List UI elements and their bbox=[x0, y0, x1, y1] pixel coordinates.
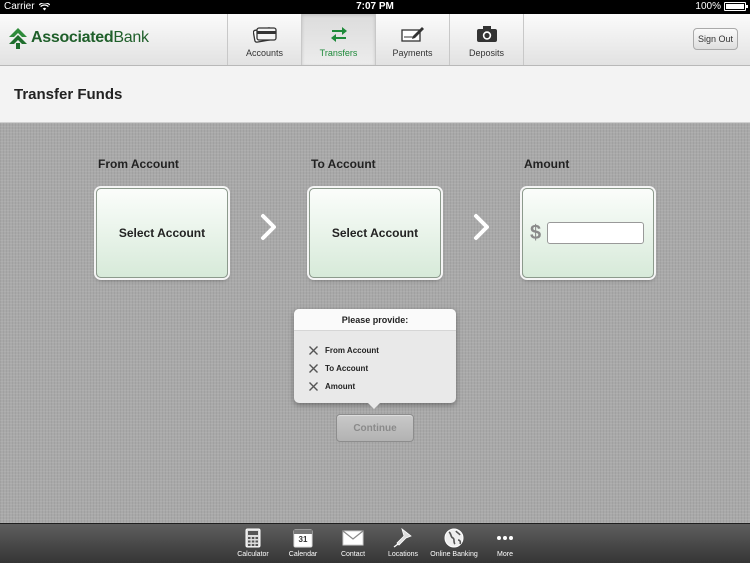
toolbar-items: Calculator 31 Calendar Contact Locations… bbox=[228, 527, 530, 558]
toolbar-more[interactable]: More bbox=[480, 527, 530, 558]
toolbar-calendar[interactable]: 31 Calendar bbox=[278, 527, 328, 558]
map-pin-icon bbox=[392, 527, 414, 549]
battery-percent: 100% bbox=[695, 1, 721, 12]
popover-pointer bbox=[368, 403, 380, 409]
amount-label: Amount bbox=[524, 157, 570, 171]
chevron-right-icon bbox=[474, 214, 489, 240]
tab-deposits[interactable]: Deposits bbox=[450, 14, 524, 65]
clock: 7:07 PM bbox=[356, 1, 394, 12]
transfer-form: From Account To Account Amount Select Ac… bbox=[0, 123, 750, 523]
amount-input[interactable] bbox=[547, 222, 645, 244]
calculator-icon bbox=[242, 527, 264, 549]
page-title: Transfer Funds bbox=[14, 86, 123, 103]
bank-logo-icon bbox=[9, 28, 27, 49]
sign-out-button[interactable]: Sign Out bbox=[693, 28, 738, 50]
toolbar-online-banking-label: Online Banking bbox=[430, 551, 478, 558]
chevron-right-icon bbox=[261, 214, 276, 240]
tab-transfers[interactable]: Transfers bbox=[302, 14, 376, 65]
page-header: Transfer Funds bbox=[0, 66, 750, 123]
validation-heading: Please provide: bbox=[294, 309, 456, 331]
toolbar-contact[interactable]: Contact bbox=[328, 527, 378, 558]
from-account-select-button[interactable]: Select Account bbox=[96, 188, 228, 278]
from-account-select-label: Select Account bbox=[118, 226, 206, 240]
tab-payments-label: Payments bbox=[392, 48, 433, 58]
more-dots-icon bbox=[494, 527, 516, 549]
close-icon bbox=[309, 381, 318, 391]
list-item: From Account bbox=[308, 341, 456, 359]
continue-button[interactable]: Continue bbox=[336, 414, 414, 442]
to-account-select-button[interactable]: Select Account bbox=[309, 188, 441, 278]
battery-icon bbox=[724, 2, 748, 11]
tab-transfers-label: Transfers bbox=[319, 48, 358, 58]
brand-name: AssociatedBank bbox=[31, 29, 149, 47]
toolbar-calendar-label: Calendar bbox=[288, 551, 318, 558]
toolbar-calculator-label: Calculator bbox=[237, 551, 269, 558]
brand-name-part2: Bank bbox=[113, 29, 149, 46]
bottom-toolbar: Calculator 31 Calendar Contact Locations… bbox=[0, 523, 750, 563]
envelope-icon bbox=[342, 527, 364, 549]
currency-symbol: $ bbox=[530, 221, 542, 244]
validation-popover: Please provide: From Account To Account … bbox=[294, 309, 456, 409]
battery-indicator: 100% bbox=[695, 1, 748, 12]
toolbar-contact-label: Contact bbox=[340, 551, 366, 558]
check-pen-icon bbox=[400, 24, 425, 44]
to-account-label: To Account bbox=[311, 157, 376, 171]
validation-item-label: Amount bbox=[325, 381, 356, 391]
calendar-icon: 31 bbox=[292, 527, 314, 549]
card-icon bbox=[252, 24, 277, 44]
validation-item-label: To Account bbox=[325, 363, 369, 373]
list-item: Amount bbox=[308, 377, 456, 395]
close-icon bbox=[309, 345, 318, 355]
calendar-day-number: 31 bbox=[298, 535, 308, 544]
status-bar: Carrier 7:07 PM 100% bbox=[0, 0, 750, 14]
main-tabs: Accounts Transfers Payments Deposits bbox=[227, 14, 524, 65]
toolbar-locations[interactable]: Locations bbox=[378, 527, 428, 558]
tab-accounts-label: Accounts bbox=[245, 48, 284, 58]
toolbar-more-label: More bbox=[497, 551, 513, 558]
toolbar-calculator[interactable]: Calculator bbox=[228, 527, 278, 558]
to-account-select-label: Select Account bbox=[331, 226, 419, 240]
validation-list: From Account To Account Amount bbox=[294, 331, 456, 395]
toolbar-online-banking[interactable]: Online Banking bbox=[428, 527, 480, 558]
top-navigation: AssociatedBank Accounts Transfers Paymen… bbox=[0, 14, 750, 66]
amount-card: $ bbox=[522, 188, 654, 278]
tab-accounts[interactable]: Accounts bbox=[228, 14, 302, 65]
from-account-label: From Account bbox=[98, 157, 179, 171]
transfer-arrows-icon bbox=[327, 24, 351, 44]
list-item: To Account bbox=[308, 359, 456, 377]
brand-logo: AssociatedBank bbox=[8, 27, 149, 49]
tab-deposits-label: Deposits bbox=[468, 48, 504, 58]
close-icon bbox=[309, 363, 318, 373]
toolbar-locations-label: Locations bbox=[388, 551, 418, 558]
globe-icon bbox=[443, 527, 465, 549]
validation-item-label: From Account bbox=[325, 345, 379, 355]
tab-payments[interactable]: Payments bbox=[376, 14, 450, 65]
brand-name-part1: Associated bbox=[31, 29, 114, 46]
camera-icon bbox=[475, 24, 499, 44]
